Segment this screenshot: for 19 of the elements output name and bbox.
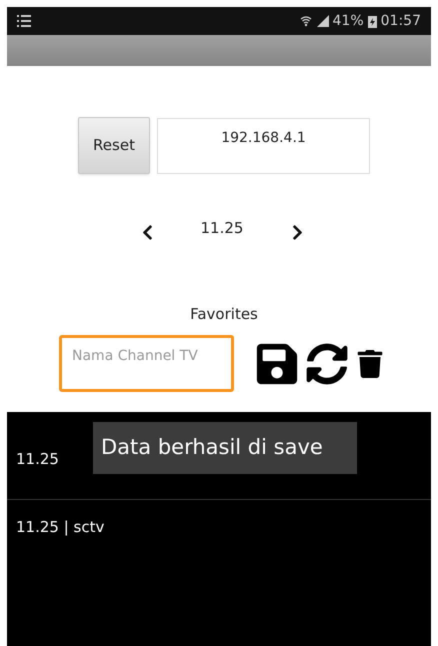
favorites-title: Favorites: [190, 304, 258, 324]
refresh-button[interactable]: [306, 342, 348, 384]
ip-field[interactable]: 192.168.4.1: [157, 118, 370, 174]
battery-percent: 41%: [332, 12, 364, 30]
signal-icon: [316, 15, 329, 27]
channel-name-field[interactable]: Nama Channel TV: [59, 335, 234, 392]
trash-icon: [356, 350, 384, 378]
battery-icon: [368, 14, 377, 28]
toast-message: Data berhasil di save: [93, 422, 357, 474]
wifi-icon: [300, 14, 312, 28]
list-item[interactable]: 11.25 | sctv: [7, 500, 431, 588]
delete-button[interactable]: [356, 350, 384, 378]
list-item-text: 11.25 | sctv: [16, 517, 104, 538]
menu-icon: [17, 15, 31, 27]
list-item-text: 11.25: [16, 449, 59, 470]
reset-button[interactable]: Reset: [78, 117, 150, 174]
refresh-icon: [306, 342, 348, 384]
clock: 01:57: [380, 12, 421, 30]
frequency-value: 11.25: [200, 218, 244, 239]
